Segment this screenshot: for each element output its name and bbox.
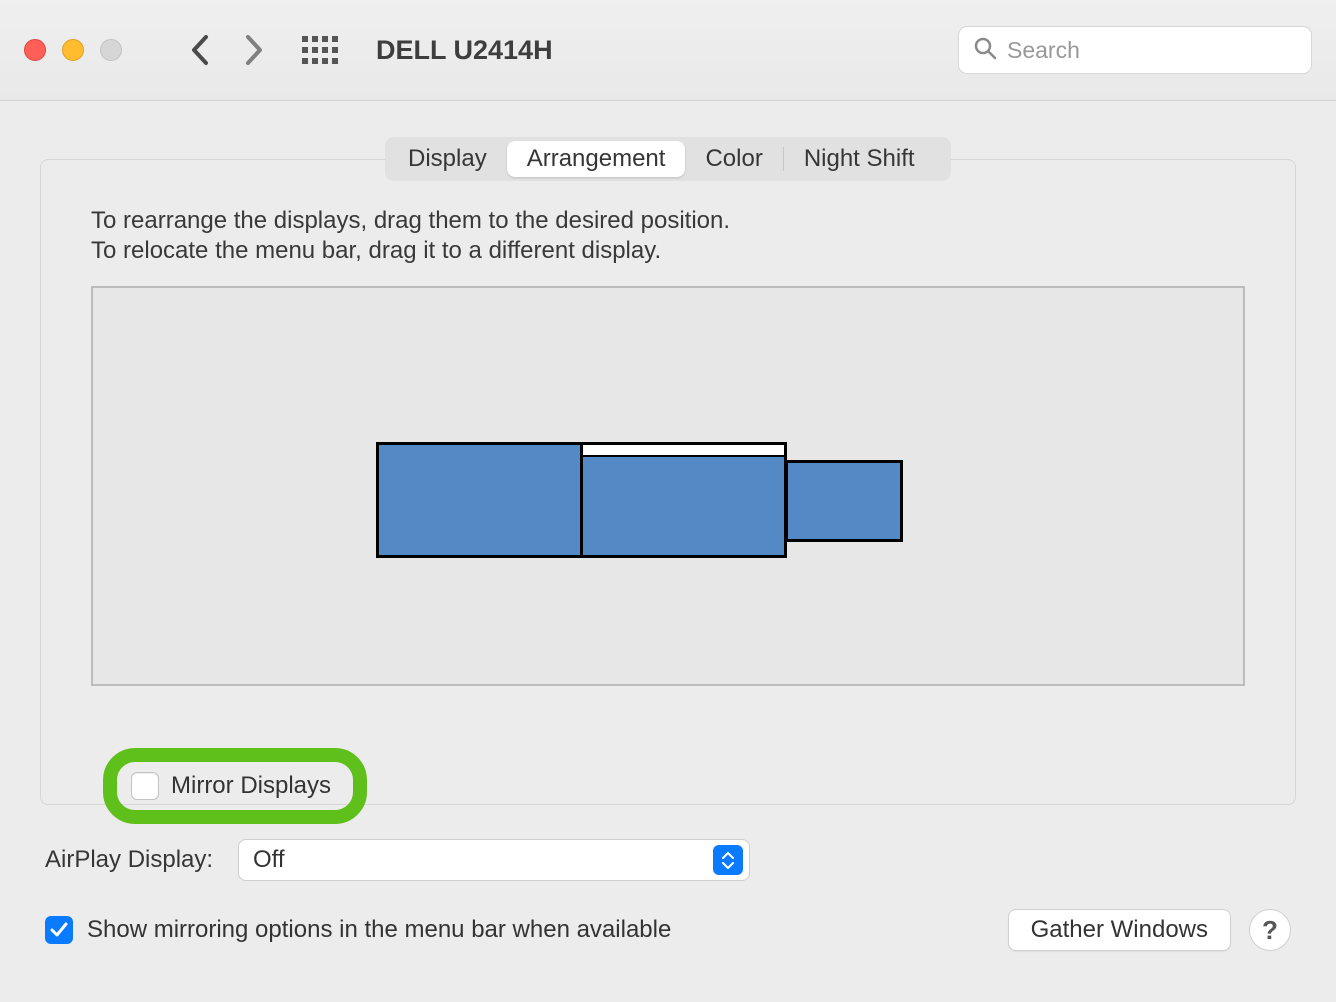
window-title: DELL U2414H <box>376 35 553 66</box>
back-button[interactable] <box>190 34 209 66</box>
airplay-select[interactable]: Off <box>238 839 750 881</box>
titlebar: DELL U2414H <box>0 0 1336 101</box>
tab-night-shift[interactable]: Night Shift <box>784 141 935 177</box>
tab-color[interactable]: Color <box>685 141 782 177</box>
instruction-line-2: To relocate the menu bar, drag it to a d… <box>91 236 1245 266</box>
mirror-displays-label: Mirror Displays <box>171 772 331 800</box>
highlight-annotation: Mirror Displays <box>103 748 367 824</box>
mirror-displays-checkbox[interactable] <box>131 772 159 800</box>
check-icon <box>50 921 68 939</box>
arrangement-panel: To rearrange the displays, drag them to … <box>40 159 1296 805</box>
show-mirroring-label: Show mirroring options in the menu bar w… <box>87 916 671 944</box>
airplay-label: AirPlay Display: <box>45 846 220 874</box>
content-area: Display Arrangement Color Night Shift To… <box>0 101 1336 951</box>
search-input[interactable] <box>1007 37 1297 64</box>
airplay-row: AirPlay Display: Off <box>40 839 1296 881</box>
display-3[interactable] <box>785 460 903 542</box>
forward-button <box>245 34 264 66</box>
nav-arrows <box>190 34 264 66</box>
show-all-icon[interactable] <box>302 36 338 64</box>
window-controls <box>24 39 122 61</box>
tab-display[interactable]: Display <box>388 141 507 177</box>
menubar-strip[interactable] <box>581 443 786 457</box>
gather-windows-button[interactable]: Gather Windows <box>1008 909 1231 951</box>
search-icon <box>973 36 997 65</box>
display-2-primary[interactable] <box>580 442 787 558</box>
help-button[interactable]: ? <box>1249 909 1291 951</box>
search-box[interactable] <box>958 26 1312 74</box>
show-mirroring-checkbox[interactable] <box>45 916 73 944</box>
minimize-button[interactable] <box>62 39 84 61</box>
tab-arrangement[interactable]: Arrangement <box>507 141 686 177</box>
airplay-value: Off <box>253 846 285 874</box>
close-button[interactable] <box>24 39 46 61</box>
chevron-updown-icon <box>713 845 743 875</box>
display-1[interactable] <box>376 442 583 558</box>
footer-row: Show mirroring options in the menu bar w… <box>40 909 1296 951</box>
instructions: To rearrange the displays, drag them to … <box>91 206 1245 266</box>
maximize-button <box>100 39 122 61</box>
instruction-line-1: To rearrange the displays, drag them to … <box>91 206 1245 236</box>
display-arrange-area[interactable] <box>91 286 1245 686</box>
tab-segment: Display Arrangement Color Night Shift <box>385 137 951 181</box>
